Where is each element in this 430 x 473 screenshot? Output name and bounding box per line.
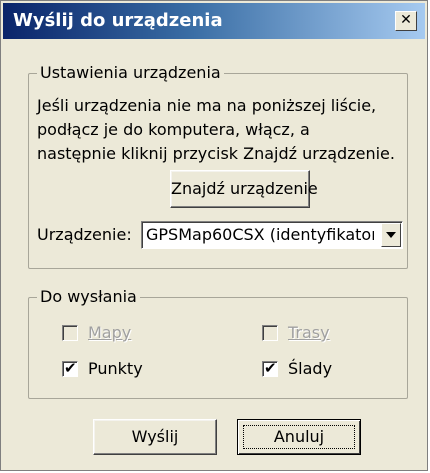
routes-checkbox[interactable]: Trasy (262, 322, 382, 344)
instructions-text: Jeśli urządzenia nie ma na poniższej liś… (37, 94, 407, 166)
routes-checkbox-label: Trasy (288, 323, 330, 342)
send-button[interactable]: Wyślij (93, 419, 217, 455)
checkmark-icon: ✔ (264, 359, 277, 377)
device-select[interactable]: GPSMap60CSX (identyfikator (141, 221, 403, 249)
waypoints-checkbox[interactable]: ✔ Punkty (62, 358, 182, 380)
cancel-button[interactable]: Anuluj (237, 419, 361, 455)
device-label: Urządzenie: (37, 225, 132, 244)
close-button[interactable]: ✕ (395, 11, 417, 31)
close-icon: ✕ (400, 12, 412, 28)
maps-checkbox[interactable]: Mapy (62, 322, 182, 344)
maps-checkbox-label: Mapy (88, 323, 132, 342)
checkbox-box[interactable]: ✔ (62, 359, 78, 377)
device-settings-group: Ustawienia urządzenia Jeśli urządzenia n… (28, 63, 408, 269)
items-to-send-group-label: Do wysłania (37, 287, 140, 307)
instructions-line: następnie kliknij przycisk Znajdź urządz… (37, 144, 395, 163)
focus-ring (243, 425, 355, 449)
items-to-send-group: Do wysłania Mapy Trasy ✔ Punkty ✔ Ślady (28, 287, 408, 399)
dialog-window: Wyślij do urządzenia ✕ Ustawienia urządz… (0, 0, 428, 471)
title-bar[interactable]: Wyślij do urządzenia ✕ (3, 3, 425, 39)
checkbox-box[interactable] (262, 325, 278, 341)
device-select-value: GPSMap60CSX (identyfikator (146, 225, 374, 244)
checkbox-box[interactable] (62, 325, 78, 341)
tracks-checkbox[interactable]: ✔ Ślady (262, 358, 382, 380)
checkmark-icon: ✔ (64, 359, 77, 377)
waypoints-checkbox-label: Punkty (88, 359, 143, 378)
device-settings-group-label: Ustawienia urządzenia (37, 63, 224, 83)
chevron-down-icon[interactable] (381, 223, 401, 247)
find-device-button[interactable]: Znajdź urządzenie (170, 170, 318, 208)
instructions-line: Jeśli urządzenia nie ma na poniższej liś… (37, 96, 377, 115)
tracks-checkbox-label: Ślady (288, 359, 333, 378)
checkbox-box[interactable]: ✔ (262, 359, 278, 377)
instructions-line: podłącz je do komputera, włącz, a (37, 120, 310, 139)
dialog-title: Wyślij do urządzenia (13, 10, 223, 31)
